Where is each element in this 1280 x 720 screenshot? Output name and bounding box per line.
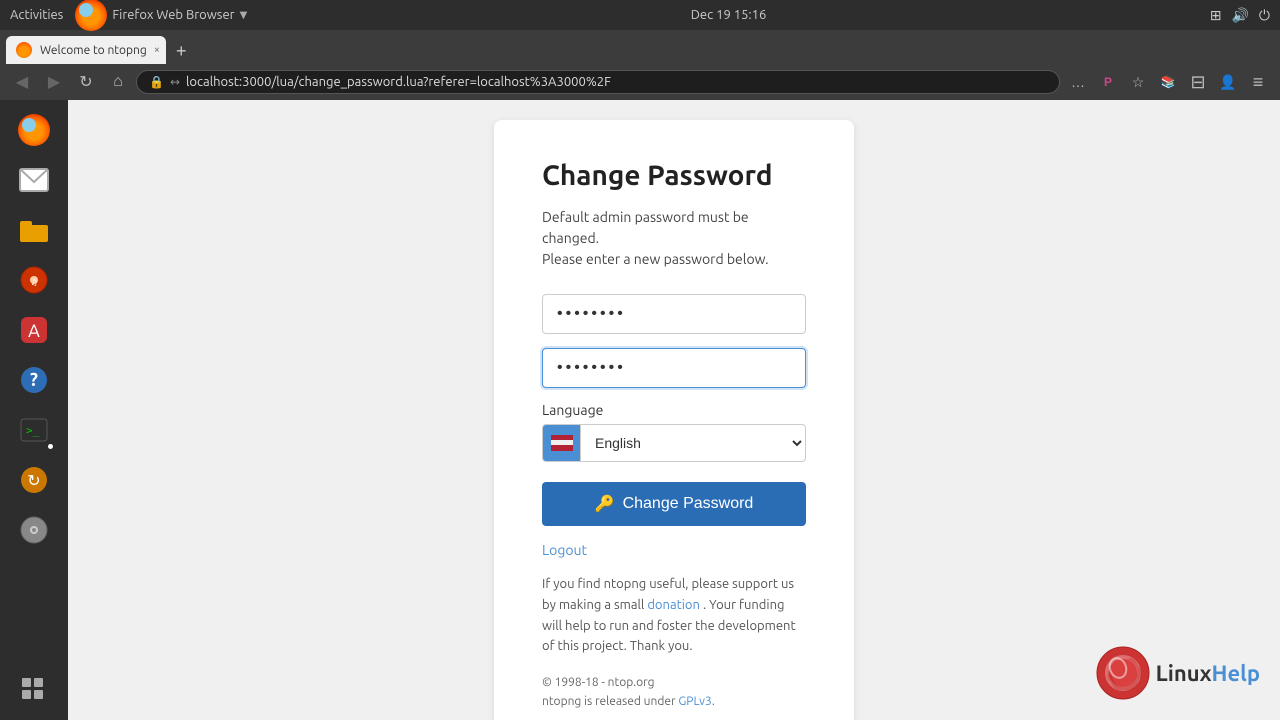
sidebar-update-icon[interactable]: ↻ [12,458,56,502]
top-bar-right: ⊞ 🔊 ⏻ [1210,7,1270,24]
profile-button[interactable]: 👤 [1214,68,1242,96]
close-tab-button[interactable]: × [154,44,160,56]
sidebar-toggle-button[interactable]: ⊟ [1184,68,1212,96]
svg-text:>_: >_ [26,424,40,437]
linuxhelp-logo [1096,646,1150,700]
main-layout: ♫ A ? >_ [0,100,1280,720]
firefox-app-icon [18,114,50,146]
menu-button[interactable]: ≡ [1244,68,1272,96]
browser-chrome: Welcome to ntopng × + ◀ ▶ ↻ ⌂ 🔒 ↔ localh… [0,30,1280,100]
sidebar: ♫ A ? >_ [0,100,68,720]
svg-text:↻: ↻ [27,472,40,490]
active-tab[interactable]: Welcome to ntopng × [6,36,166,64]
sidebar-help-icon[interactable]: ? [12,358,56,402]
activities-label[interactable]: Activities [10,8,63,22]
back-button[interactable]: ◀ [8,68,36,96]
change-btn-label: Change Password [623,495,754,513]
language-selector[interactable]: English Italian French German Spanish Po… [542,424,806,462]
language-dropdown[interactable]: English Italian French German Spanish Po… [581,428,805,458]
copyright-line1: © 1998-18 - ntop.org [542,676,655,689]
svg-text:?: ? [30,370,38,390]
tab-title: Welcome to ntopng [40,44,152,57]
donation-link[interactable]: donation [647,598,700,612]
new-tab-button[interactable]: + [168,38,195,64]
tab-bar: Welcome to ntopng × + [0,30,1280,64]
svg-text:A: A [28,321,40,341]
page-content: Change Password Default admin password m… [68,100,1280,720]
language-label: Language [542,402,806,418]
bookmark-star-button[interactable]: ☆ [1124,68,1152,96]
key-icon: 🔑 [595,494,615,514]
sidebar-email-icon[interactable] [12,158,56,202]
sidebar-apps-grid-icon[interactable] [12,668,56,712]
top-bar-datetime: Dec 19 15:16 [691,8,767,22]
reload-button[interactable]: ↻ [72,68,100,96]
sidebar-appstore-icon[interactable]: A [12,308,56,352]
network-icon: ⊞ [1210,7,1222,24]
nav-bar: ◀ ▶ ↻ ⌂ 🔒 ↔ localhost:3000/lua/change_pa… [0,64,1280,100]
volume-icon: 🔊 [1231,7,1248,24]
logout-link[interactable]: Logout [542,542,806,558]
copyright-text: © 1998-18 - ntop.org ntopng is released … [542,673,806,711]
language-flag-icon [543,424,581,462]
firefox-logo-top [75,0,107,31]
tracking-protection-icon: ↔ [170,75,180,89]
card-title: Change Password [542,160,806,191]
copyright-line2: ntopng is released under [542,695,676,708]
lock-icon: 🔒 [149,75,164,89]
watermark-help: Help [1212,661,1260,686]
sidebar-media-icon[interactable]: ♫ [12,258,56,302]
bookmarks-library-button[interactable]: 📚 [1154,68,1182,96]
card-description: Default admin password must be changed. … [542,207,806,270]
sidebar-terminal-icon[interactable]: >_ [12,408,56,452]
tab-favicon [16,42,32,58]
linuxhelp-watermark: LinuxHelp [1096,646,1260,700]
desc-line1: Default admin password must be changed. [542,209,749,246]
top-bar-left: Activities Firefox Web Browser ▼ [10,0,247,31]
dropdown-icon: ▼ [240,9,248,21]
watermark-text: LinuxHelp [1156,661,1260,686]
current-password-input[interactable] [542,294,806,334]
watermark-linux: Linux [1156,661,1212,686]
new-password-input[interactable] [542,348,806,388]
power-icon: ⏻ [1259,7,1270,24]
url-text[interactable]: localhost:3000/lua/change_password.lua?r… [186,75,1047,89]
home-button[interactable]: ⌂ [104,68,132,96]
support-text: If you find ntopng useful, please suppor… [542,574,806,657]
active-indicator [48,444,53,449]
forward-button[interactable]: ▶ [40,68,68,96]
gplv3-link[interactable]: GPLv3 [678,695,712,708]
svg-text:♫: ♫ [30,278,37,287]
change-password-button[interactable]: 🔑 Change Password [542,482,806,526]
desc-line2: Please enter a new password below. [542,251,769,267]
copyright-end: . [712,695,715,708]
browser-label[interactable]: Firefox Web Browser [112,8,234,22]
more-button[interactable]: … [1064,68,1092,96]
change-password-card: Change Password Default admin password m… [494,120,854,720]
nav-right-buttons: … P ☆ 📚 ⊟ 👤 ≡ [1064,68,1272,96]
sidebar-files-icon[interactable] [12,208,56,252]
sidebar-firefox-icon[interactable] [12,108,56,152]
pocket-button[interactable]: P [1094,68,1122,96]
sidebar-dvd-icon[interactable] [12,508,56,552]
top-bar: Activities Firefox Web Browser ▼ Dec 19 … [0,0,1280,30]
address-bar[interactable]: 🔒 ↔ localhost:3000/lua/change_password.l… [136,70,1060,94]
